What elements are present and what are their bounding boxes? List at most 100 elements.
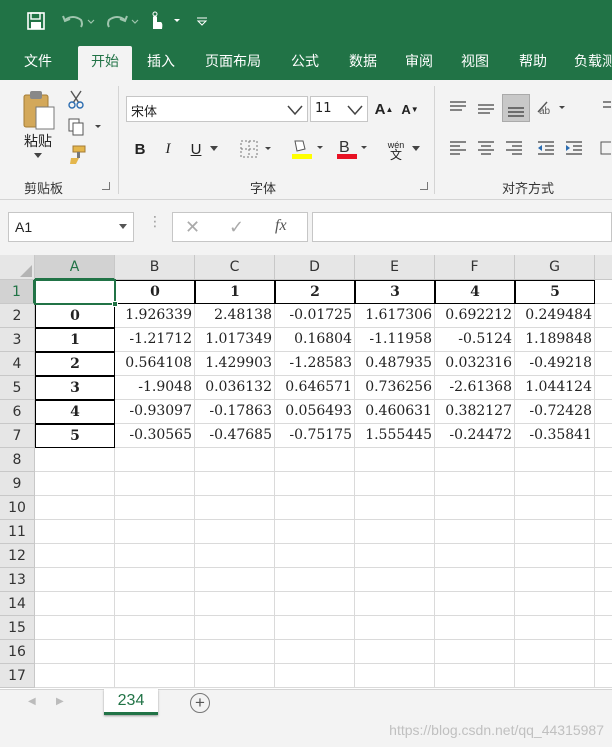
phonetic-dropdown-icon[interactable] xyxy=(410,142,422,156)
row-header-14[interactable]: 14 xyxy=(0,592,35,616)
empty-cell[interactable] xyxy=(115,616,195,640)
empty-cell[interactable] xyxy=(435,664,515,688)
column-header-c[interactable]: C xyxy=(195,255,275,280)
row-header-16[interactable]: 16 xyxy=(0,640,35,664)
row-header-9[interactable]: 9 xyxy=(0,472,35,496)
tab-help[interactable]: 帮助 xyxy=(506,44,560,80)
tab-view[interactable]: 视图 xyxy=(448,44,502,80)
header-cell[interactable]: 2 xyxy=(275,280,355,304)
align-right-icon[interactable] xyxy=(502,136,526,160)
increase-font-size-button[interactable]: A ▲ xyxy=(374,98,394,120)
font-color-icon[interactable]: B xyxy=(334,136,374,162)
header-cell[interactable]: 5 xyxy=(515,280,595,304)
bottom-align-icon[interactable] xyxy=(502,94,530,122)
header-cell[interactable]: 1 xyxy=(195,280,275,304)
value-cell[interactable]: 1.617306 xyxy=(355,304,435,328)
empty-cell[interactable] xyxy=(195,616,275,640)
value-cell[interactable]: 0.249484 xyxy=(515,304,595,328)
empty-cell[interactable] xyxy=(275,568,355,592)
value-cell[interactable]: 1.017349 xyxy=(195,328,275,352)
value-cell[interactable]: -0.93097 xyxy=(115,400,195,424)
confirm-entry-icon[interactable]: ✓ xyxy=(229,217,244,238)
insert-function-icon[interactable]: fx xyxy=(275,217,287,235)
empty-cell[interactable] xyxy=(195,520,275,544)
format-painter-icon[interactable] xyxy=(66,144,88,166)
column-header-b[interactable]: B xyxy=(115,255,195,280)
index-cell[interactable]: 1 xyxy=(35,328,115,352)
value-cell[interactable]: 0.032316 xyxy=(435,352,515,376)
empty-cell[interactable] xyxy=(115,664,195,688)
empty-cell[interactable] xyxy=(435,520,515,544)
empty-cell[interactable] xyxy=(355,496,435,520)
empty-cell[interactable] xyxy=(515,496,595,520)
orientation-icon[interactable]: ab xyxy=(534,96,570,120)
value-cell[interactable]: 1.189848 xyxy=(515,328,595,352)
empty-cell[interactable] xyxy=(515,616,595,640)
empty-cell[interactable] xyxy=(595,376,612,400)
name-box[interactable]: A1 xyxy=(8,212,134,242)
header-cell[interactable]: 3 xyxy=(355,280,435,304)
tab-page-layout[interactable]: 页面布局 xyxy=(196,44,270,80)
empty-cell[interactable] xyxy=(35,520,115,544)
value-cell[interactable]: 1.044124 xyxy=(515,376,595,400)
decrease-font-size-button[interactable]: A ▼ xyxy=(400,98,420,120)
empty-cell[interactable] xyxy=(275,664,355,688)
paste-button[interactable]: 粘贴 xyxy=(20,132,56,150)
row-header-3[interactable]: 3 xyxy=(0,328,35,352)
header-cell[interactable]: 4 xyxy=(435,280,515,304)
empty-cell[interactable] xyxy=(115,544,195,568)
tab-data[interactable]: 数据 xyxy=(336,44,390,80)
value-cell[interactable]: 0.036132 xyxy=(195,376,275,400)
value-cell[interactable]: 0.736256 xyxy=(355,376,435,400)
index-cell[interactable]: 0 xyxy=(35,304,115,328)
value-cell[interactable]: 1.926339 xyxy=(115,304,195,328)
empty-cell[interactable] xyxy=(275,448,355,472)
value-cell[interactable]: 1.429903 xyxy=(195,352,275,376)
value-cell[interactable]: 0.692212 xyxy=(435,304,515,328)
value-cell[interactable]: -0.47685 xyxy=(195,424,275,448)
value-cell[interactable]: -2.61368 xyxy=(435,376,515,400)
value-cell[interactable]: -0.72428 xyxy=(515,400,595,424)
empty-cell[interactable] xyxy=(515,520,595,544)
empty-cell[interactable] xyxy=(115,568,195,592)
empty-cell[interactable] xyxy=(595,352,612,376)
align-center-icon[interactable] xyxy=(474,136,498,160)
empty-cell[interactable] xyxy=(355,664,435,688)
value-cell[interactable]: 0.382127 xyxy=(435,400,515,424)
formula-bar-grip-icon[interactable]: ⋮ xyxy=(148,214,162,236)
value-cell[interactable]: -0.5124 xyxy=(435,328,515,352)
wrap-text-icon[interactable] xyxy=(596,96,612,120)
cancel-entry-icon[interactable]: ✕ xyxy=(185,217,200,238)
value-cell[interactable]: -1.28583 xyxy=(275,352,355,376)
value-cell[interactable]: 0.487935 xyxy=(355,352,435,376)
value-cell[interactable]: -0.24472 xyxy=(435,424,515,448)
empty-cell[interactable] xyxy=(515,640,595,664)
merge-center-icon[interactable] xyxy=(596,136,612,160)
empty-cell[interactable] xyxy=(355,472,435,496)
empty-cell[interactable] xyxy=(355,520,435,544)
empty-cell[interactable] xyxy=(595,568,612,592)
empty-cell[interactable] xyxy=(355,568,435,592)
underline-dropdown-icon[interactable] xyxy=(208,142,220,156)
value-cell[interactable]: -1.9048 xyxy=(115,376,195,400)
empty-cell[interactable] xyxy=(115,448,195,472)
empty-cell[interactable] xyxy=(195,592,275,616)
cut-icon[interactable] xyxy=(66,88,86,110)
font-name-dropdown[interactable]: 宋体 xyxy=(126,96,308,122)
paste-dropdown-icon[interactable] xyxy=(32,152,44,160)
font-launcher-icon[interactable] xyxy=(420,182,428,190)
empty-cell[interactable] xyxy=(35,664,115,688)
empty-cell[interactable] xyxy=(595,472,612,496)
empty-cell[interactable] xyxy=(595,664,612,688)
row-header-5[interactable]: 5 xyxy=(0,376,35,400)
value-cell[interactable]: -1.11958 xyxy=(355,328,435,352)
increase-indent-icon[interactable] xyxy=(562,136,586,160)
row-header-13[interactable]: 13 xyxy=(0,568,35,592)
row-header-1[interactable]: 1 xyxy=(0,280,35,304)
empty-cell[interactable] xyxy=(115,640,195,664)
empty-cell[interactable] xyxy=(515,472,595,496)
value-cell[interactable]: 0.564108 xyxy=(115,352,195,376)
empty-cell[interactable] xyxy=(595,448,612,472)
scroll-tabs-right-icon[interactable]: ▶ xyxy=(56,696,64,707)
value-cell[interactable]: -0.49218 xyxy=(515,352,595,376)
